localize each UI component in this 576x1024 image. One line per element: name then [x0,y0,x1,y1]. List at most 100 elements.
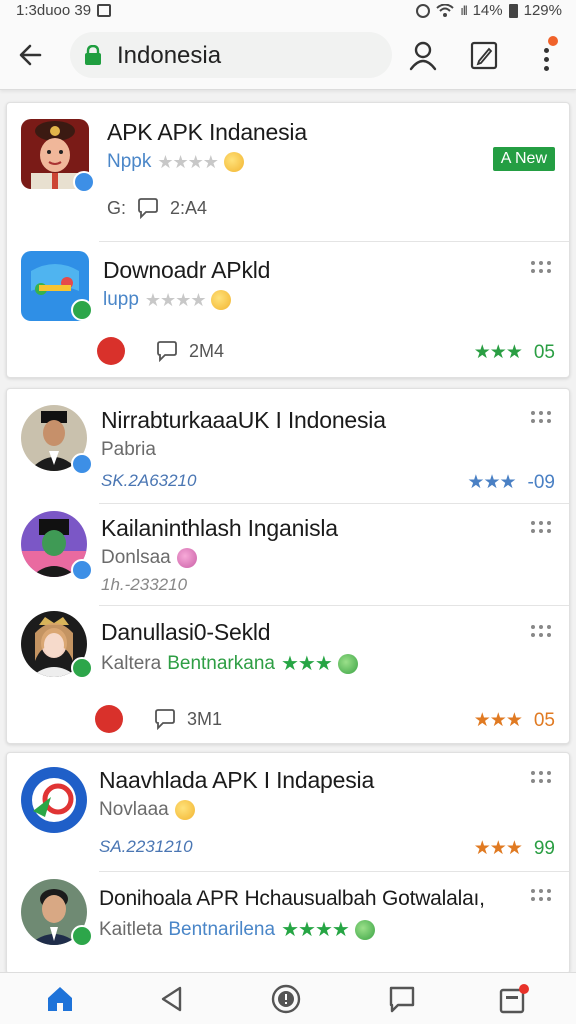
list-item[interactable]: NirrabturkaaaUK I Indonesia Pabria SK.2A… [7,389,571,503]
battery-icon [508,3,518,18]
rating-value: 05 [533,709,555,731]
bottom-navigation [0,972,576,1024]
emoji-icon [223,152,244,172]
app-meta: 1h.-233210 [101,575,188,594]
more-options-icon[interactable] [531,411,551,423]
list-item[interactable]: Downoadr APkld lupp ★★★★ 2M4 ★★★ 05 [7,241,571,379]
emoji-icon [337,653,358,674]
battery-percent: 14% [472,2,503,19]
notification-square-icon [97,4,112,17]
app-subtitle: Pabria [101,439,156,461]
app-subtitle: lupp ★★★★ [103,289,232,311]
notification-dot-icon [548,36,558,46]
app-title: NirrabturkaaaUK I Indonesia [101,407,386,433]
notifications-icon[interactable] [498,983,530,1015]
rating-value: 05 [533,341,555,363]
app-subtitle-highlight: Bentnarkana [167,652,275,674]
verified-badge-icon [71,453,93,475]
list-item[interactable]: Naavhlada APK I Indapesia Novlaaa SA.223… [7,753,571,871]
app-subtitle: Kaltera Bentnarkana ★★★ [101,651,358,676]
list-item[interactable]: Kailaninthlash Inganisla Donlsaa 1h.-233… [7,503,571,605]
app-subtitle-text: Donlsaa [101,547,171,568]
rating-stars: ★★★ [473,710,523,731]
url-bar[interactable]: Indonesia [70,32,392,78]
meta-row: 3M1 [95,705,222,733]
rating: ★★★ 05 [474,341,555,364]
comment-icon [138,198,158,219]
app-title: Kailaninthlash Inganisla [101,515,338,541]
avatar [21,767,87,833]
chat-icon[interactable] [386,983,418,1015]
app-subtitle: Novlaaa [99,799,195,821]
back-triangle-icon[interactable] [156,983,188,1015]
app-subtitle-text: Kaitleta [99,918,163,940]
info-icon[interactable] [270,983,302,1015]
back-arrow-icon[interactable] [14,38,48,72]
more-options-icon[interactable] [531,771,551,783]
menu-dot-icon [544,48,549,53]
app-title: Danullasi0-Sekld [101,619,271,645]
verified-badge-icon [71,299,93,321]
star-rating: ★★★ [280,653,333,675]
rating-stars: ★★★ [467,472,516,493]
list-item[interactable]: APK APK Indanesia Nppk ★★★★ A New G: 2:A… [7,103,571,241]
more-options-icon[interactable] [531,889,551,901]
verified-badge-icon [71,925,93,947]
app-title: Naavhlada APK I Indapesia [99,767,375,793]
app-subtitle-text: Kaltera [101,652,162,674]
emoji-icon [174,800,195,820]
new-badge: A New [492,147,555,171]
app-card: Naavhlada APK I Indapesia Novlaaa SA.223… [6,752,570,974]
app-title: Downoadr APkld [103,257,271,283]
emoji-icon [211,290,232,310]
app-subtitle: Nppk ★★★★ [107,151,244,173]
rating-value: 99 [533,837,555,859]
rating-value: -09 [527,471,555,493]
meta-row: 2M4 [97,337,224,365]
list-item[interactable]: Danullasi0-Sekld Kaltera Bentnarkana ★★★… [7,605,571,745]
status-bar: 1:3duoo 39 ıll 14% 129% [0,0,576,22]
comment-icon [155,709,175,730]
edit-icon[interactable] [470,40,498,70]
comment-icon [157,341,177,362]
app-icon-wrap [21,119,95,193]
app-meta: SA.2231210 [99,837,193,856]
rating: ★★★ 99 [474,837,555,860]
app-subtitle: Kaitleta Bentnarilena ★★★★ [99,917,375,942]
app-meta: SK.2A63210 [101,471,197,490]
emoji-icon [176,548,197,568]
menu-dot-icon [544,66,549,71]
app-card: NirrabturkaaaUK I Indonesia Pabria SK.2A… [6,388,570,744]
rating-stars: ★★★ [473,342,523,363]
more-options-icon[interactable] [531,625,551,637]
profile-icon[interactable] [408,39,438,71]
comment-count: 2M4 [189,340,225,361]
url-text: Indonesia [117,42,222,69]
overflow-menu-button[interactable] [536,36,558,76]
app-icon-wrap [21,251,93,321]
rating: ★★★ 05 [474,709,555,732]
menu-dot-icon [544,57,549,62]
star-rating: ★★★★ [157,151,219,172]
verified-badge-icon [73,171,95,193]
app-subtitle-text: Nppk [107,151,152,172]
more-options-icon[interactable] [531,521,551,533]
battery-percent-alt: 129% [523,2,562,19]
app-subtitle-text: lupp [103,289,139,310]
lock-icon [85,45,101,65]
app-card: APK APK Indanesia Nppk ★★★★ A New G: 2:A… [6,102,570,378]
red-app-icon [97,337,125,365]
more-options-icon[interactable] [531,261,551,273]
emoji-icon [354,919,375,940]
list-item[interactable]: Donihoala APR Hchausualbah Gotwalalaı, K… [7,871,571,975]
comment-count: 2:A4 [170,197,208,218]
home-icon[interactable] [44,983,76,1015]
app-title: Donihoala APR Hchausualbah Gotwalalaı, [99,887,485,910]
app-subtitle-text: Novlaaa [99,799,169,820]
comment-count: 3M1 [187,708,223,729]
wifi-icon [436,4,454,17]
meta-label: G: [107,197,127,218]
app-subtitle-highlight: Bentnarilena [168,918,276,940]
app-title: APK APK Indanesia [107,119,307,145]
signal-icon: ıll [460,3,467,18]
